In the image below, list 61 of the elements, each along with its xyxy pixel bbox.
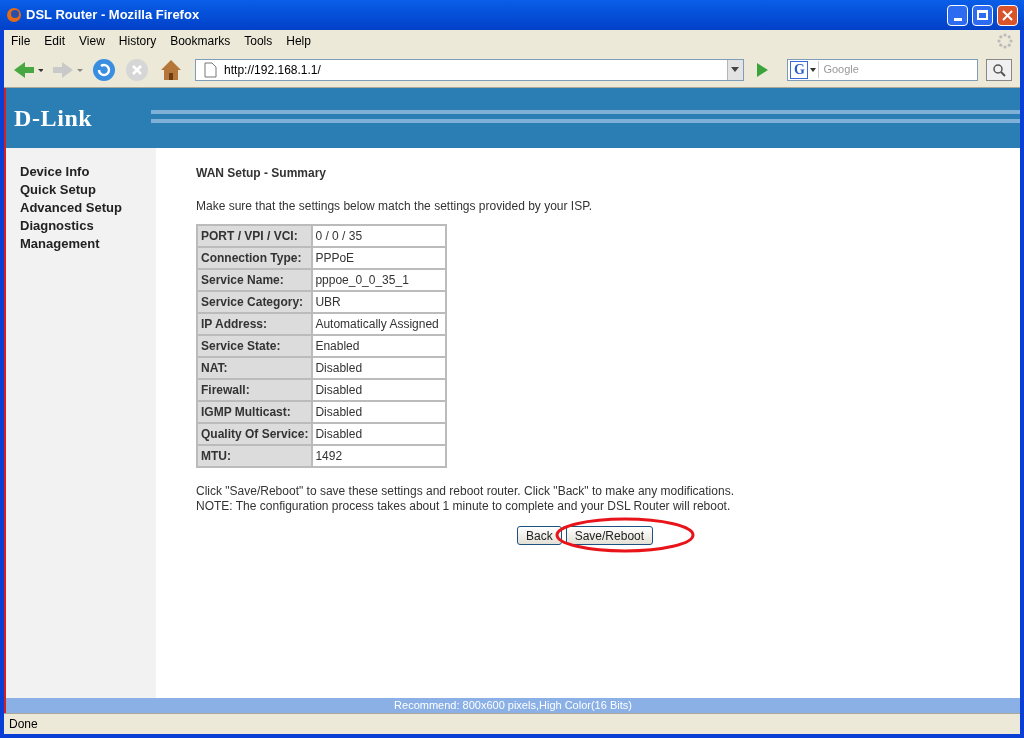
activity-indicator-icon — [997, 33, 1013, 49]
field-value: PPPoE — [312, 247, 447, 269]
browser-icon — [6, 7, 22, 23]
brand-logo: D-Link — [14, 104, 93, 133]
menu-item[interactable]: History — [118, 32, 157, 50]
field-value: Disabled — [312, 401, 447, 423]
menu-item[interactable]: Edit — [44, 32, 66, 50]
menu-item[interactable]: Tools — [244, 32, 273, 50]
maximize-button[interactable] — [972, 4, 993, 26]
address-field[interactable]: http://192.168.1.1/ — [195, 58, 744, 81]
address-input[interactable]: http://192.168.1.1/ — [220, 60, 727, 79]
sidebar-link[interactable]: Management — [20, 235, 156, 253]
sidebar-link[interactable]: Advanced Setup — [20, 199, 156, 217]
field-value: 1492 — [312, 445, 447, 467]
window-title: DSL Router - Mozilla Firefox — [26, 6, 200, 25]
back-button[interactable]: Back — [517, 526, 562, 545]
field-value: Disabled — [312, 379, 447, 401]
close-icon — [1002, 9, 1013, 21]
field-label: Connection Type: — [197, 247, 313, 269]
note-text: Click "Save/Reboot" to save these settings and reboot router. Click "Back" to make any modifications. — [196, 484, 735, 499]
caret-icon — [810, 67, 817, 72]
field-label: MTU: — [197, 445, 313, 467]
search-input[interactable]: Google — [818, 61, 978, 78]
field-label: Service Category: — [197, 291, 313, 313]
search-field[interactable]: G Google — [787, 58, 979, 81]
page-heading: WAN Setup - Summary — [196, 165, 328, 182]
minimize-button[interactable] — [947, 4, 968, 26]
field-label: PORT / VPI / VCI: — [197, 225, 313, 247]
field-label: Service State: — [197, 335, 313, 357]
close-button[interactable] — [997, 4, 1018, 26]
field-value: Disabled — [312, 357, 447, 379]
field-value: Automatically Assigned — [312, 313, 447, 335]
field-value: Enabled — [312, 335, 447, 357]
menu-item[interactable]: Help — [286, 32, 311, 50]
menu-item[interactable]: File — [11, 32, 31, 50]
caret-icon — [731, 67, 740, 72]
search-engine-button[interactable]: G — [790, 60, 809, 79]
field-label: Service Name: — [197, 269, 313, 291]
field-value: UBR — [312, 291, 447, 313]
field-label: Firewall: — [197, 379, 313, 401]
footer-bar: Recommend: 800x600 pixels,High Color(16 Bits) — [6, 698, 1020, 713]
field-label: IGMP Multicast: — [197, 401, 313, 423]
search-button[interactable] — [986, 58, 1012, 81]
field-label: IP Address: — [197, 313, 313, 335]
field-value: Disabled — [312, 423, 447, 445]
reload-icon[interactable] — [90, 56, 117, 83]
search-icon — [992, 62, 1007, 77]
dropdown-button[interactable] — [726, 59, 743, 80]
menu-item[interactable]: View — [79, 32, 105, 50]
field-value: pppoe_0_0_35_1 — [312, 269, 447, 291]
sidebar-link[interactable]: Quick Setup — [20, 181, 156, 199]
field-label: NAT: — [197, 357, 313, 379]
sidebar-link[interactable]: Diagnostics — [20, 217, 156, 235]
field-label: Quality Of Service: — [197, 423, 313, 445]
menu-item[interactable]: Bookmarks — [170, 32, 231, 50]
sidebar-link[interactable]: Device Info — [20, 163, 156, 181]
intro-text: Make sure that the settings below match the settings provided by your ISP. — [196, 198, 593, 215]
status-text: Done — [9, 716, 38, 733]
save-reboot-button[interactable]: Save/Reboot — [565, 526, 654, 545]
field-value: 0 / 0 / 35 — [312, 225, 447, 247]
note-text: NOTE: The configuration process takes about 1 minute to complete and your DSL Router will reboot. — [196, 499, 732, 514]
